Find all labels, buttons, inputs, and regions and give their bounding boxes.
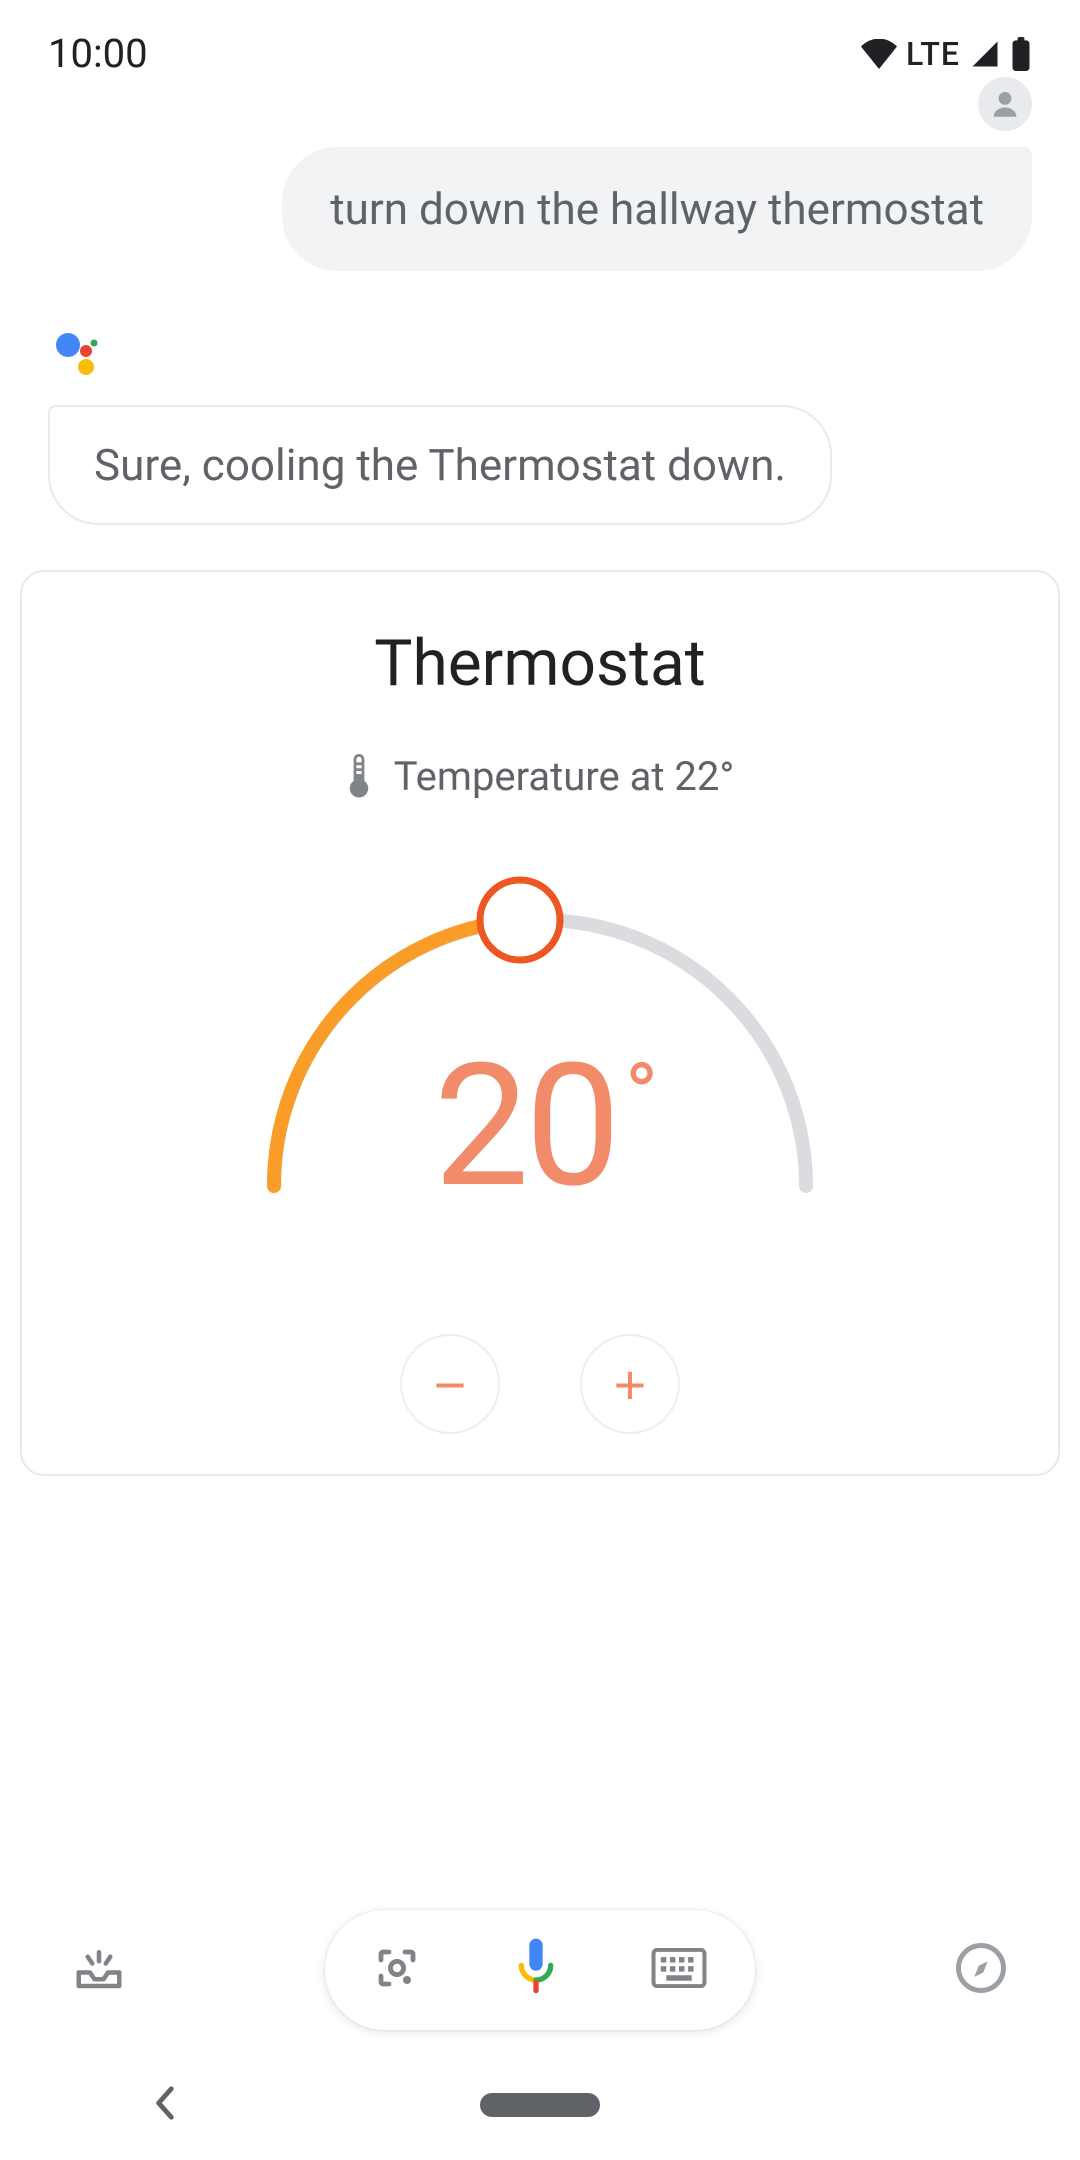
decrease-temp-button[interactable]: − (400, 1334, 500, 1434)
mic-icon (510, 1936, 562, 2000)
lens-button[interactable] (373, 1944, 421, 1996)
status-bar: 10:00 LTE (0, 0, 1080, 87)
back-button[interactable] (150, 2084, 180, 2126)
assistant-logo-icon (56, 331, 100, 375)
person-icon (988, 87, 1022, 121)
degree-symbol: ° (625, 1044, 655, 1149)
assistant-bottom-bar (0, 1910, 1080, 2030)
user-message-bubble: turn down the hallway thermostat (282, 147, 1032, 271)
target-temp-display: 20° (230, 1026, 850, 1226)
inbox-sparkle-icon (72, 1941, 126, 1995)
thermostat-card: Thermostat Temperature at 22° 20° − + (20, 570, 1060, 1476)
current-temp-label: Temperature at 22° (394, 753, 735, 800)
battery-icon (1010, 37, 1032, 71)
thermostat-title: Thermostat (62, 626, 1018, 701)
assistant-message-bubble: Sure, cooling the Thermostat down. (48, 405, 832, 525)
wifi-icon (860, 39, 898, 69)
current-temp-row: Temperature at 22° (62, 753, 1018, 800)
updates-button[interactable] (72, 1941, 126, 1999)
target-temp-value: 20 (434, 1026, 617, 1226)
thermometer-icon (346, 754, 372, 800)
network-label: LTE (906, 35, 960, 73)
assistant-input-pill (325, 1910, 755, 2030)
status-time: 10:00 (48, 30, 148, 77)
mic-button[interactable] (510, 1936, 562, 2004)
compass-icon (954, 1941, 1008, 1995)
lens-icon (373, 1944, 421, 1992)
user-avatar[interactable] (978, 77, 1032, 131)
keyboard-icon (651, 1948, 707, 1988)
signal-icon (968, 39, 1002, 69)
explore-button[interactable] (954, 1941, 1008, 1999)
increase-temp-button[interactable]: + (580, 1334, 680, 1434)
system-nav-bar (0, 2050, 1080, 2160)
keyboard-button[interactable] (651, 1948, 707, 1992)
chevron-left-icon (150, 2084, 180, 2122)
user-message-row: turn down the hallway thermostat (48, 127, 1032, 271)
home-pill[interactable] (480, 2093, 600, 2117)
temperature-dial[interactable]: 20° (230, 836, 850, 1256)
status-icons: LTE (860, 35, 1032, 73)
